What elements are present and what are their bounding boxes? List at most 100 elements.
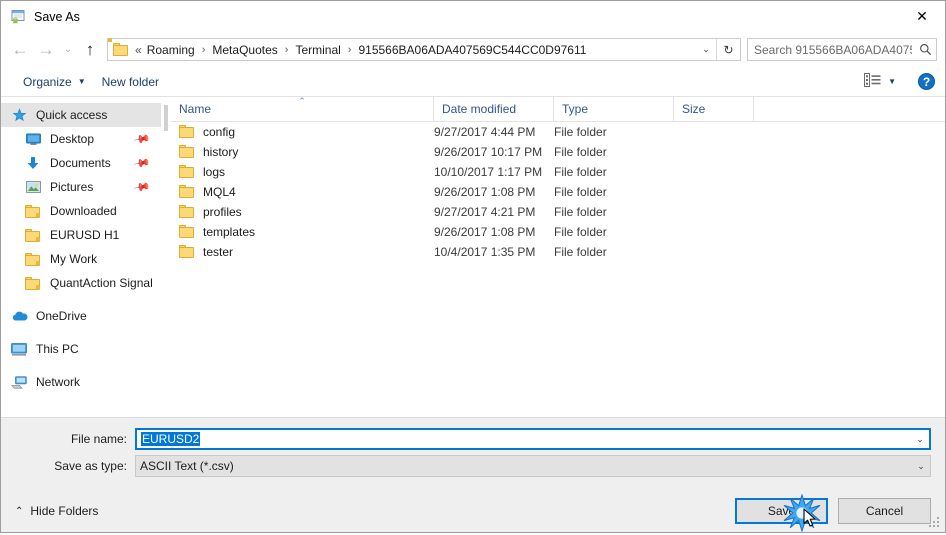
save-as-type-select[interactable]: ASCII Text (*.csv) ⌄ xyxy=(135,455,931,477)
breadcrumb-item-guid[interactable]: 915566BA06ADA407569C544CC0D97611 xyxy=(355,41,589,59)
column-header-label: Size xyxy=(682,102,706,116)
save-as-type-label: Save as type: xyxy=(54,459,127,473)
chevron-down-icon[interactable]: ⌄ xyxy=(912,457,930,475)
sidebar-item-desktop[interactable]: Desktop 📌 xyxy=(1,127,161,151)
column-header-type[interactable]: Type xyxy=(554,97,674,121)
folder-icon xyxy=(179,245,195,259)
address-bar[interactable]: « Roaming › MetaQuotes › Terminal › 9155… xyxy=(107,37,741,61)
file-name-label: profiles xyxy=(203,205,242,219)
table-row[interactable]: config 9/27/2017 4:44 PM File folder xyxy=(171,122,945,142)
folder-icon xyxy=(179,145,195,159)
sidebar-item-downloaded[interactable]: Downloaded xyxy=(1,199,161,223)
file-type-cell: File folder xyxy=(554,165,607,179)
file-name-cell: logs xyxy=(171,165,434,179)
chevron-down-icon[interactable]: ⌄ xyxy=(696,39,716,60)
file-name-value[interactable]: EURUSD2 xyxy=(137,432,911,446)
cloud-icon xyxy=(9,308,29,324)
file-date-cell: 9/27/2017 4:44 PM xyxy=(434,125,536,139)
help-button[interactable]: ? xyxy=(918,73,935,90)
sidebar-item-this-pc[interactable]: This PC xyxy=(1,337,161,361)
forward-button[interactable]: → xyxy=(33,37,59,63)
file-name-label: config xyxy=(203,125,236,139)
file-rows: config 9/27/2017 4:44 PM File folder his… xyxy=(171,122,945,417)
search-box[interactable] xyxy=(747,38,937,61)
sidebar-item-quantaction-signal[interactable]: QuantAction Signal xyxy=(1,271,161,295)
chevron-down-icon[interactable]: ⌄ xyxy=(911,430,929,448)
dialog-footer: ⌃ Hide Folders Save Cancel xyxy=(1,490,945,533)
up-button[interactable]: ↑ xyxy=(77,37,103,63)
column-header-date-modified[interactable]: Date modified xyxy=(434,97,554,121)
pane-splitter[interactable] xyxy=(161,97,171,417)
download-arrow-icon xyxy=(23,155,43,171)
back-button[interactable]: ← xyxy=(7,37,33,63)
navigation-bar: ← → ⌄ ↑ « Roaming › MetaQuotes › Termina… xyxy=(1,32,945,67)
pin-icon[interactable]: 📌 xyxy=(133,130,152,149)
column-header-size[interactable]: Size xyxy=(674,97,754,121)
chevron-down-icon: ▼ xyxy=(77,77,86,86)
table-row[interactable]: logs 10/10/2017 1:17 PM File folder xyxy=(171,162,945,182)
file-date-cell: 9/26/2017 10:17 PM xyxy=(434,145,543,159)
this-pc-icon xyxy=(9,341,29,357)
file-name-cell: templates xyxy=(171,225,434,239)
chevron-down-icon: ▼ xyxy=(888,77,896,86)
sidebar-item-quick-access[interactable]: Quick access xyxy=(1,103,161,127)
sidebar-item-onedrive[interactable]: OneDrive xyxy=(1,304,161,328)
sidebar-item-network[interactable]: Network xyxy=(1,370,161,394)
new-folder-label: New folder xyxy=(101,74,159,89)
view-options-icon xyxy=(864,73,881,90)
recent-locations-button[interactable]: ⌄ xyxy=(59,37,77,63)
file-name-label: templates xyxy=(203,225,256,239)
file-name-label: MQL4 xyxy=(203,185,236,199)
cancel-button[interactable]: Cancel xyxy=(838,498,931,524)
pin-icon[interactable]: 📌 xyxy=(133,178,152,197)
column-header-label: Type xyxy=(562,102,589,116)
file-name-cell: profiles xyxy=(171,205,434,219)
pin-icon[interactable]: 📌 xyxy=(133,154,152,173)
breadcrumb: « Roaming › MetaQuotes › Terminal › 9155… xyxy=(135,41,696,59)
hide-folders-button[interactable]: ⌃ Hide Folders xyxy=(15,504,98,518)
breadcrumb-item-terminal[interactable]: Terminal xyxy=(292,41,343,59)
chevron-right-icon: › xyxy=(201,43,206,56)
sidebar-item-documents[interactable]: Documents 📌 xyxy=(1,151,161,175)
close-icon[interactable]: ✕ xyxy=(899,1,945,31)
search-input[interactable] xyxy=(748,41,914,58)
file-name-cell: config xyxy=(171,125,434,139)
resize-grip[interactable] xyxy=(929,517,941,529)
breadcrumb-item-metaquotes[interactable]: MetaQuotes xyxy=(209,41,280,59)
table-row[interactable]: profiles 9/27/2017 4:21 PM File folder xyxy=(171,202,945,222)
search-icon[interactable] xyxy=(914,40,936,60)
title-bar: Save As ✕ xyxy=(1,1,945,32)
chevron-right-icon: › xyxy=(284,43,289,56)
save-as-dialog: Save As ✕ ← → ⌄ ↑ « Roaming › MetaQuotes… xyxy=(0,0,946,533)
file-name-cell: tester xyxy=(171,245,434,259)
sidebar-item-my-work[interactable]: My Work xyxy=(1,247,161,271)
organize-button[interactable]: Organize ▼ xyxy=(15,72,94,92)
column-header-name[interactable]: Name ⌃ xyxy=(171,97,434,121)
desktop-icon xyxy=(23,131,43,147)
file-type-cell: File folder xyxy=(554,205,607,219)
sidebar-item-label: My Work xyxy=(50,252,98,266)
file-type-cell: File folder xyxy=(554,245,607,259)
folder-icon xyxy=(23,203,43,219)
file-name-input[interactable]: EURUSD2 ⌄ xyxy=(135,428,931,450)
view-options-button[interactable]: ▼ xyxy=(858,70,902,93)
refresh-icon[interactable]: ↻ xyxy=(717,38,740,61)
table-row[interactable]: templates 9/26/2017 1:08 PM File folder xyxy=(171,222,945,242)
save-button[interactable]: Save xyxy=(735,493,828,533)
new-folder-button[interactable]: New folder xyxy=(94,72,167,92)
organize-label: Organize xyxy=(23,74,72,89)
pictures-icon xyxy=(23,179,43,195)
breadcrumb-item-roaming[interactable]: Roaming xyxy=(144,41,198,59)
folder-icon xyxy=(23,275,43,291)
file-name-label: File name: xyxy=(70,432,127,446)
file-date-cell: 9/27/2017 4:21 PM xyxy=(434,205,536,219)
sidebar-item-pictures[interactable]: Pictures 📌 xyxy=(1,175,161,199)
file-name-cell: history xyxy=(171,145,434,159)
table-row[interactable]: tester 10/4/2017 1:35 PM File folder xyxy=(171,242,945,262)
sidebar-item-eurusd-h1[interactable]: EURUSD H1 xyxy=(1,223,161,247)
save-button-label: Save xyxy=(767,504,796,518)
breadcrumb-overflow-icon[interactable]: « xyxy=(135,41,144,59)
folder-icon xyxy=(23,251,43,267)
table-row[interactable]: MQL4 9/26/2017 1:08 PM File folder xyxy=(171,182,945,202)
table-row[interactable]: history 9/26/2017 10:17 PM File folder xyxy=(171,142,945,162)
